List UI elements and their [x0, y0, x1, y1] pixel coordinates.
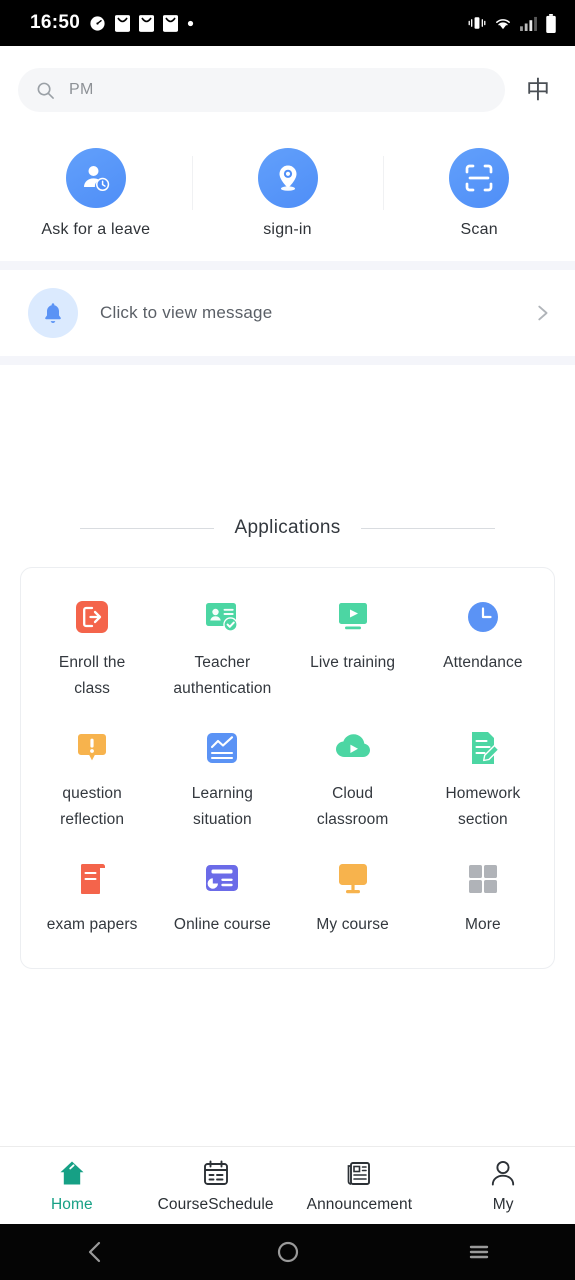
signal-icon	[520, 16, 537, 31]
status-bar-right	[468, 13, 557, 33]
phone-screen: 16:50 PM 中 Ask for a leave sign-in Scan …	[0, 0, 575, 1280]
app-attendance[interactable]: Attendance	[418, 586, 548, 709]
video-play-icon	[334, 594, 372, 640]
message-banner[interactable]: Click to view message	[0, 270, 575, 356]
quick-action-label: sign-in	[263, 221, 312, 238]
quick-action-label: Ask for a leave	[41, 221, 151, 238]
app-exam-papers[interactable]: exam papers	[27, 848, 157, 946]
app-label: Attendance	[443, 654, 523, 671]
app-label: Teacher authentication	[173, 654, 272, 697]
app-label: exam papers	[46, 916, 138, 934]
battery-icon	[545, 13, 557, 33]
app-label: Learning situation	[191, 785, 253, 828]
search-input[interactable]: PM	[18, 68, 505, 112]
tab-label: My	[492, 1195, 514, 1213]
tab-announcement[interactable]: Announcement	[288, 1158, 432, 1214]
quick-action-sign-in[interactable]: sign-in	[191, 148, 384, 239]
app-label: question reflection	[60, 785, 125, 828]
cloud-play-icon	[333, 725, 373, 771]
applications-title: Applications	[234, 517, 341, 538]
wifi-icon	[494, 16, 512, 31]
tab-my[interactable]: My	[431, 1158, 575, 1214]
tab-label: Announcement	[306, 1195, 413, 1213]
app-homework-section[interactable]: Homework section	[418, 717, 548, 840]
card-chart-icon	[203, 856, 241, 902]
search-input-value: PM	[69, 81, 94, 98]
enroll-exit-icon	[74, 594, 110, 640]
mail-icon	[139, 14, 155, 32]
bell-icon	[28, 288, 78, 338]
app-more[interactable]: More	[418, 848, 548, 946]
dot-icon	[187, 20, 194, 27]
app-label: Homework section	[445, 785, 521, 828]
app-label: Cloud classroom	[316, 785, 389, 828]
scan-frame-icon	[449, 148, 510, 208]
status-bar-left: 16:50	[30, 12, 194, 34]
tab-home[interactable]: Home	[0, 1158, 144, 1214]
quick-action-scan[interactable]: Scan	[383, 148, 575, 239]
scroll-paper-icon	[75, 856, 109, 902]
app-online-course[interactable]: Online course	[157, 848, 287, 946]
divider-left	[80, 527, 215, 529]
quick-action-ask-for-a-leave[interactable]: Ask for a leave	[0, 148, 192, 239]
calendar-icon	[201, 1158, 231, 1188]
search-icon	[36, 81, 55, 100]
applications-card: Enroll the class Teacher authentication …	[20, 567, 555, 969]
vibrate-icon	[468, 15, 486, 31]
quick-actions: Ask for a leave sign-in Scan	[0, 132, 575, 261]
line-chart-icon	[204, 725, 240, 771]
app-label: Online course	[173, 916, 271, 934]
message-banner-text: Click to view message	[100, 303, 273, 322]
app-my-course[interactable]: My course	[288, 848, 418, 946]
mail-icon	[115, 14, 131, 32]
tab-label: Home	[51, 1195, 93, 1213]
android-navigation-bar	[0, 1224, 575, 1280]
applications-grid: Enroll the class Teacher authentication …	[27, 586, 548, 946]
person-icon	[488, 1158, 518, 1188]
app-teacher-authentication[interactable]: Teacher authentication	[157, 586, 287, 709]
app-label: More	[465, 916, 501, 934]
bottom-tab-bar: Home CourseSchedule Announcement My	[0, 1146, 575, 1224]
grid-squares-icon	[466, 856, 500, 902]
recents-icon[interactable]	[383, 1239, 575, 1265]
applications-section-header: Applications	[0, 517, 575, 539]
app-label: Enroll the class	[58, 654, 126, 697]
newspaper-icon	[344, 1158, 374, 1188]
app-label: My course	[316, 916, 389, 934]
status-bar: 16:50	[0, 0, 575, 46]
location-pin-icon	[257, 148, 318, 208]
section-divider-band	[0, 356, 575, 365]
tab-label: CourseSchedule	[157, 1195, 274, 1213]
app-learning-situation[interactable]: Learning situation	[157, 717, 287, 840]
app-live-training[interactable]: Live training	[288, 586, 418, 709]
main-content: Applications Enroll the class Teacher au…	[0, 365, 575, 1146]
language-toggle-button[interactable]: 中	[519, 71, 557, 109]
back-icon[interactable]	[0, 1239, 192, 1265]
speedometer-icon	[89, 15, 106, 32]
chevron-right-icon[interactable]	[531, 302, 553, 324]
tab-course-schedule[interactable]: CourseSchedule	[144, 1158, 288, 1214]
home-circle-icon[interactable]	[192, 1239, 384, 1265]
clock-circle-icon	[465, 594, 501, 640]
status-bar-clock: 16:50	[30, 12, 81, 33]
divider-right	[360, 527, 495, 529]
document-pencil-icon	[465, 725, 501, 771]
app-question-reflection[interactable]: question reflection	[27, 717, 157, 840]
id-card-check-icon	[203, 594, 241, 640]
mail-icon	[163, 14, 179, 32]
person-clock-icon	[65, 148, 126, 208]
monitor-icon	[334, 856, 372, 902]
section-divider-band	[0, 261, 575, 270]
app-cloud-classroom[interactable]: Cloud classroom	[288, 717, 418, 840]
home-icon	[57, 1158, 87, 1188]
exclamation-bubble-icon	[74, 725, 110, 771]
app-label: Live training	[310, 654, 396, 671]
search-row: PM 中	[0, 46, 575, 132]
app-enroll-the-class[interactable]: Enroll the class	[27, 586, 157, 709]
quick-action-label: Scan	[460, 221, 498, 238]
